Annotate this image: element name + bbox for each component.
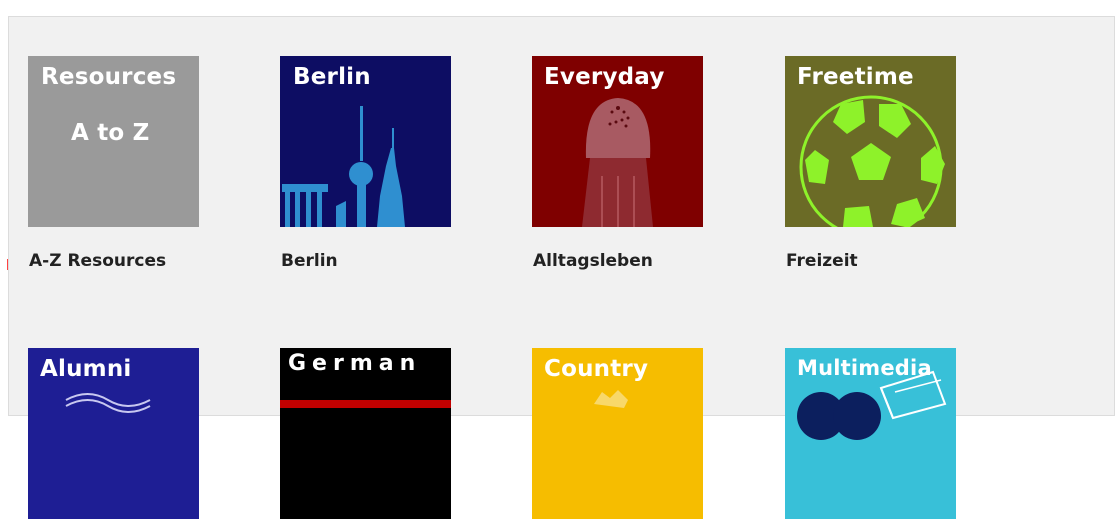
tile-freetime-title: Freetime	[797, 64, 914, 90]
tile-berlin[interactable]: Berlin	[280, 56, 451, 227]
tile-everyday-title: Everyday	[544, 64, 665, 90]
tile-alumni-title: Alumni	[40, 356, 132, 382]
caption-resources[interactable]: A-Z Resources	[29, 251, 166, 271]
tile-berlin-title: Berlin	[293, 64, 371, 90]
tile-multimedia-title: Multimedia	[797, 356, 932, 380]
tile-country[interactable]: Country	[532, 348, 703, 519]
caption-everyday[interactable]: Alltagsleben	[533, 251, 653, 271]
tile-resources[interactable]: Resources A to Z	[28, 56, 199, 227]
caption-freetime[interactable]: Freizeit	[786, 251, 858, 271]
tile-german[interactable]: German	[280, 348, 451, 519]
caption-berlin[interactable]: Berlin	[281, 251, 338, 271]
tile-everyday[interactable]: Everyday	[532, 56, 703, 227]
tile-resources-subtitle: A to Z	[71, 120, 150, 146]
tile-german-title: German	[288, 351, 422, 376]
tile-freetime[interactable]: Freetime	[785, 56, 956, 227]
tile-country-title: Country	[544, 356, 649, 382]
flag-stripe-icon	[280, 400, 451, 408]
tile-multimedia[interactable]: Multimedia	[785, 348, 956, 519]
tile-alumni[interactable]: Alumni	[28, 348, 199, 519]
tile-resources-title: Resources	[41, 64, 177, 90]
